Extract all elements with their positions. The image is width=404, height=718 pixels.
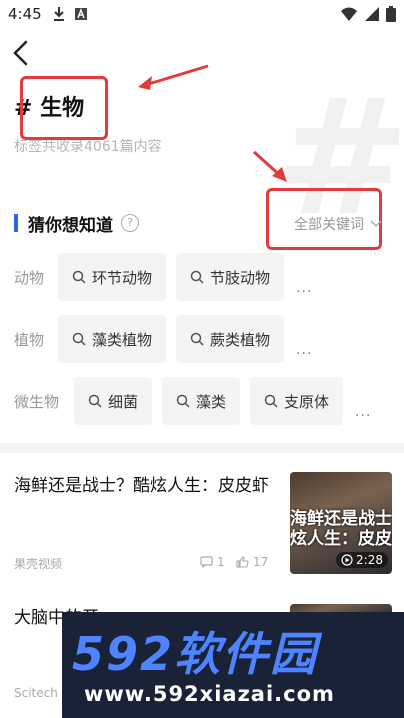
section-divider xyxy=(0,443,404,453)
keyword-chip[interactable]: 细菌 xyxy=(74,377,153,425)
search-icon xyxy=(190,332,204,346)
thumbnail-caption-line2: 炫人生：皮皮 xyxy=(290,529,392,549)
category-row-microbes: 微生物 细菌 藻类 支原体 ... xyxy=(14,377,371,425)
play-icon xyxy=(341,554,353,566)
help-icon[interactable]: ? xyxy=(121,214,139,232)
article-source: 果壳视频 xyxy=(14,557,63,571)
keyword-chip[interactable]: 藻类 xyxy=(162,377,241,425)
search-icon xyxy=(190,270,204,284)
comment-icon xyxy=(200,556,213,568)
watermark-logo: 592软件园 www.592xiazai.com xyxy=(62,612,404,718)
search-icon xyxy=(72,270,86,284)
keyword-chip-label: 节肢动物 xyxy=(210,268,271,287)
keyword-chip-label: 藻类 xyxy=(196,392,227,411)
watermark-url: www.592xiazai.com xyxy=(84,682,335,706)
keyword-chip[interactable]: 蕨类植物 xyxy=(176,315,285,363)
more-keywords-button[interactable]: ... xyxy=(355,404,371,420)
watermark-brand: 592软件园 xyxy=(72,627,319,681)
more-keywords-button[interactable]: ... xyxy=(296,342,312,358)
search-icon xyxy=(88,394,102,408)
like-count: 17 xyxy=(253,555,269,569)
keyword-chip-label: 蕨类植物 xyxy=(210,330,271,349)
keyword-chip-label: 藻类植物 xyxy=(92,330,153,349)
search-icon xyxy=(72,332,86,346)
article-likes: 17 xyxy=(236,555,268,569)
category-row-plants: 植物 藻类植物 蕨类植物 ... xyxy=(14,315,312,363)
article-title[interactable]: 海鲜还是战士？酷炫人生：皮皮虾 xyxy=(14,472,274,500)
article-thumbnail[interactable]: 海鲜还是战士 炫人生：皮皮 2:28 xyxy=(290,472,392,574)
article-source: Scitech xyxy=(14,686,58,700)
all-keywords-label: 全部关键词 xyxy=(294,217,364,233)
keyword-chip[interactable]: 藻类植物 xyxy=(58,315,167,363)
article-card[interactable]: 海鲜还是战士？酷炫人生：皮皮虾 xyxy=(14,472,274,500)
chevron-down-icon xyxy=(370,220,382,228)
more-keywords-button[interactable]: ... xyxy=(296,280,312,296)
search-icon xyxy=(264,394,278,408)
section-accent-bar xyxy=(14,214,18,232)
category-label: 动物 xyxy=(14,268,45,287)
video-duration: 2:28 xyxy=(356,553,383,567)
thumbs-up-icon xyxy=(236,556,249,568)
category-row-animals: 动物 环节动物 节肢动物 ... xyxy=(14,253,312,301)
category-label: 微生物 xyxy=(14,392,60,411)
keyword-chip[interactable]: 环节动物 xyxy=(58,253,167,301)
keyword-chip-label: 支原体 xyxy=(284,392,330,411)
keyword-chip[interactable]: 支原体 xyxy=(250,377,344,425)
keyword-chip-label: 环节动物 xyxy=(92,268,153,287)
section-header: 猜你想知道 ? xyxy=(14,212,139,236)
section-title: 猜你想知道 xyxy=(28,215,113,236)
keyword-chip-label: 细菌 xyxy=(108,392,139,411)
article-comments: 1 xyxy=(200,555,225,569)
search-icon xyxy=(176,394,190,408)
comment-count: 1 xyxy=(217,555,225,569)
category-label: 植物 xyxy=(14,330,45,349)
video-duration-badge: 2:28 xyxy=(336,552,388,568)
keyword-chip[interactable]: 节肢动物 xyxy=(176,253,285,301)
all-keywords-button[interactable]: 全部关键词 xyxy=(294,214,382,234)
